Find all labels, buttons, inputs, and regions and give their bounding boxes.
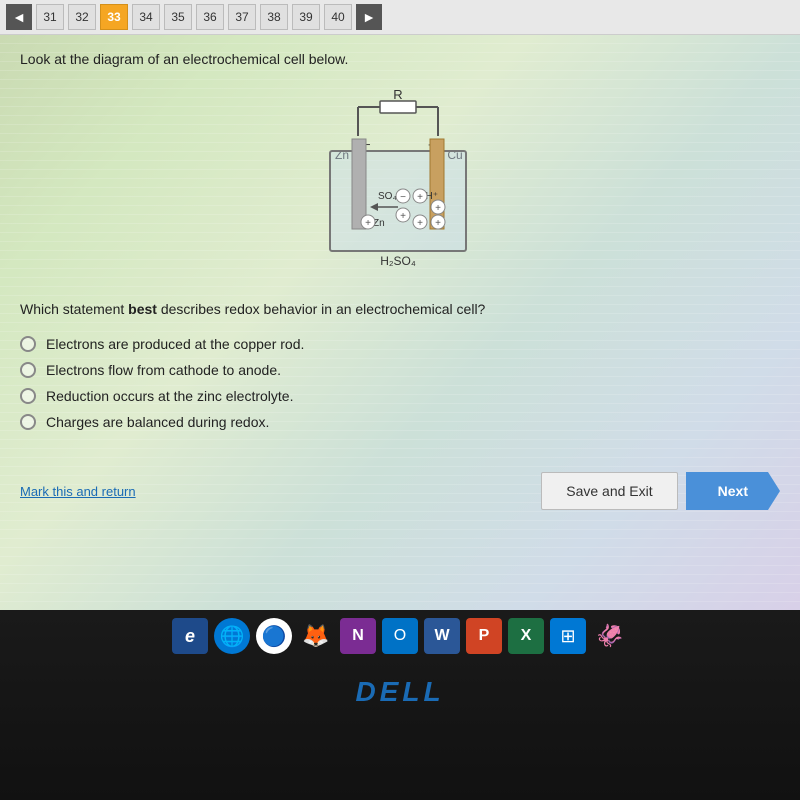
nav-num-33[interactable]: 33 bbox=[100, 4, 128, 30]
question-text-before: Which statement bbox=[20, 301, 128, 317]
question-text: Which statement best describes redox beh… bbox=[20, 299, 780, 320]
svg-text:+: + bbox=[417, 192, 423, 203]
nav-num-34[interactable]: 34 bbox=[132, 4, 160, 30]
svg-text:−: − bbox=[400, 192, 406, 203]
nav-num-35[interactable]: 35 bbox=[164, 4, 192, 30]
svg-text:+: + bbox=[365, 218, 371, 229]
option-3[interactable]: Reduction occurs at the zinc electrolyte… bbox=[20, 388, 780, 404]
nav-num-37[interactable]: 37 bbox=[228, 4, 256, 30]
option-1[interactable]: Electrons are produced at the copper rod… bbox=[20, 336, 780, 352]
option-2[interactable]: Electrons flow from cathode to anode. bbox=[20, 362, 780, 378]
nav-num-40[interactable]: 40 bbox=[324, 4, 352, 30]
nav-num-38[interactable]: 38 bbox=[260, 4, 288, 30]
svg-text:+: + bbox=[417, 218, 423, 229]
action-buttons: Save and Exit Next bbox=[541, 472, 780, 510]
next-button[interactable]: Next bbox=[686, 472, 780, 510]
option-label-2: Electrons flow from cathode to anode. bbox=[46, 362, 281, 378]
so4-label: SO₄ bbox=[378, 191, 397, 202]
word-icon[interactable]: W bbox=[424, 618, 460, 654]
option-label-3: Reduction occurs at the zinc electrolyte… bbox=[46, 388, 293, 404]
svg-text:+: + bbox=[400, 211, 406, 222]
firefox-icon[interactable]: 🦊 bbox=[298, 618, 334, 654]
edge-icon[interactable]: 🌐 bbox=[214, 618, 250, 654]
r-label: R bbox=[393, 87, 402, 102]
option-label-4: Charges are balanced during redox. bbox=[46, 414, 269, 430]
taskbar: e 🌐 🔵 🦊 N O W P X ⊞ 🦑 DELL bbox=[0, 610, 800, 800]
taskbar-icons: e 🌐 🔵 🦊 N O W P X ⊞ 🦑 bbox=[172, 618, 628, 654]
option-4[interactable]: Charges are balanced during redox. bbox=[20, 414, 780, 430]
h2so4-label: H₂SO₄ bbox=[380, 254, 416, 268]
svg-text:+: + bbox=[435, 203, 441, 214]
prev-arrow-button[interactable]: ◄ bbox=[6, 4, 32, 30]
question-text-after: describes redox behavior in an electroch… bbox=[157, 301, 485, 317]
electrochemical-diagram: R − + Zn Cu bbox=[290, 81, 510, 281]
excel-icon[interactable]: X bbox=[508, 618, 544, 654]
radio-1[interactable] bbox=[20, 336, 36, 352]
diagram-container: R − + Zn Cu bbox=[20, 81, 780, 281]
chrome-icon[interactable]: 🔵 bbox=[256, 618, 292, 654]
content-area: Look at the diagram of an electrochemica… bbox=[0, 35, 800, 462]
misc-icon[interactable]: 🦑 bbox=[592, 618, 628, 654]
bottom-bar: Mark this and return Save and Exit Next bbox=[0, 462, 800, 520]
options-list: Electrons are produced at the copper rod… bbox=[20, 336, 780, 430]
nav-num-36[interactable]: 36 bbox=[196, 4, 224, 30]
ie-icon[interactable]: e bbox=[172, 618, 208, 654]
nav-num-39[interactable]: 39 bbox=[292, 4, 320, 30]
save-exit-button[interactable]: Save and Exit bbox=[541, 472, 677, 510]
option-label-1: Electrons are produced at the copper rod… bbox=[46, 336, 304, 352]
radio-2[interactable] bbox=[20, 362, 36, 378]
nav-num-31[interactable]: 31 bbox=[36, 4, 64, 30]
radio-4[interactable] bbox=[20, 414, 36, 430]
radio-3[interactable] bbox=[20, 388, 36, 404]
powerpoint-icon[interactable]: P bbox=[466, 618, 502, 654]
apps-icon[interactable]: ⊞ bbox=[550, 618, 586, 654]
onenote-icon[interactable]: N bbox=[340, 618, 376, 654]
mark-return-button[interactable]: Mark this and return bbox=[20, 484, 136, 499]
navigation-bar: ◄ 31 32 33 34 35 36 37 38 39 40 ► bbox=[0, 0, 800, 35]
question-text-bold: best bbox=[128, 301, 157, 317]
svg-text:+: + bbox=[435, 218, 441, 229]
dell-logo: DELL bbox=[355, 676, 444, 708]
nav-num-32[interactable]: 32 bbox=[68, 4, 96, 30]
outlook-icon[interactable]: O bbox=[382, 618, 418, 654]
next-arrow-button[interactable]: ► bbox=[356, 4, 382, 30]
question-instruction: Look at the diagram of an electrochemica… bbox=[20, 51, 780, 67]
